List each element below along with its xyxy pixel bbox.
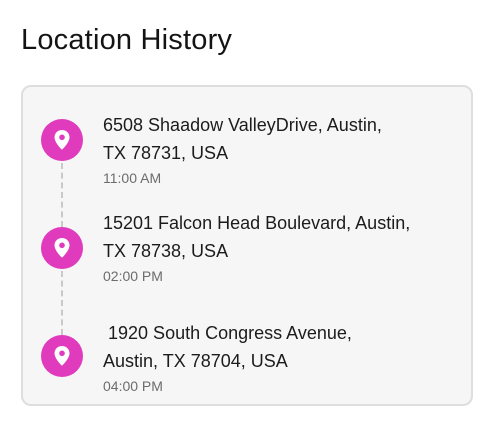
- page-title: Location History: [21, 24, 233, 56]
- timeline-connector: [61, 271, 63, 335]
- entry-time: 11:00 AM: [103, 170, 162, 186]
- map-pin-icon: [41, 335, 83, 377]
- timeline-connector: [61, 163, 63, 227]
- entry-address: 6508 Shaadow ValleyDrive, Austin, TX 787…: [103, 115, 382, 163]
- entry-time: 04:00 PM: [103, 378, 163, 394]
- entry-address: 15201 Falcon Head Boulevard, Austin, TX …: [103, 213, 411, 261]
- entry-time: 02:00 PM: [103, 268, 163, 284]
- map-pin-icon: [41, 227, 83, 269]
- entry-address: 1920 South Congress Avenue, Austin, TX 7…: [103, 323, 352, 371]
- location-history-card: 6508 Shaadow ValleyDrive, Austin, TX 787…: [21, 85, 473, 406]
- map-pin-icon: [41, 119, 83, 161]
